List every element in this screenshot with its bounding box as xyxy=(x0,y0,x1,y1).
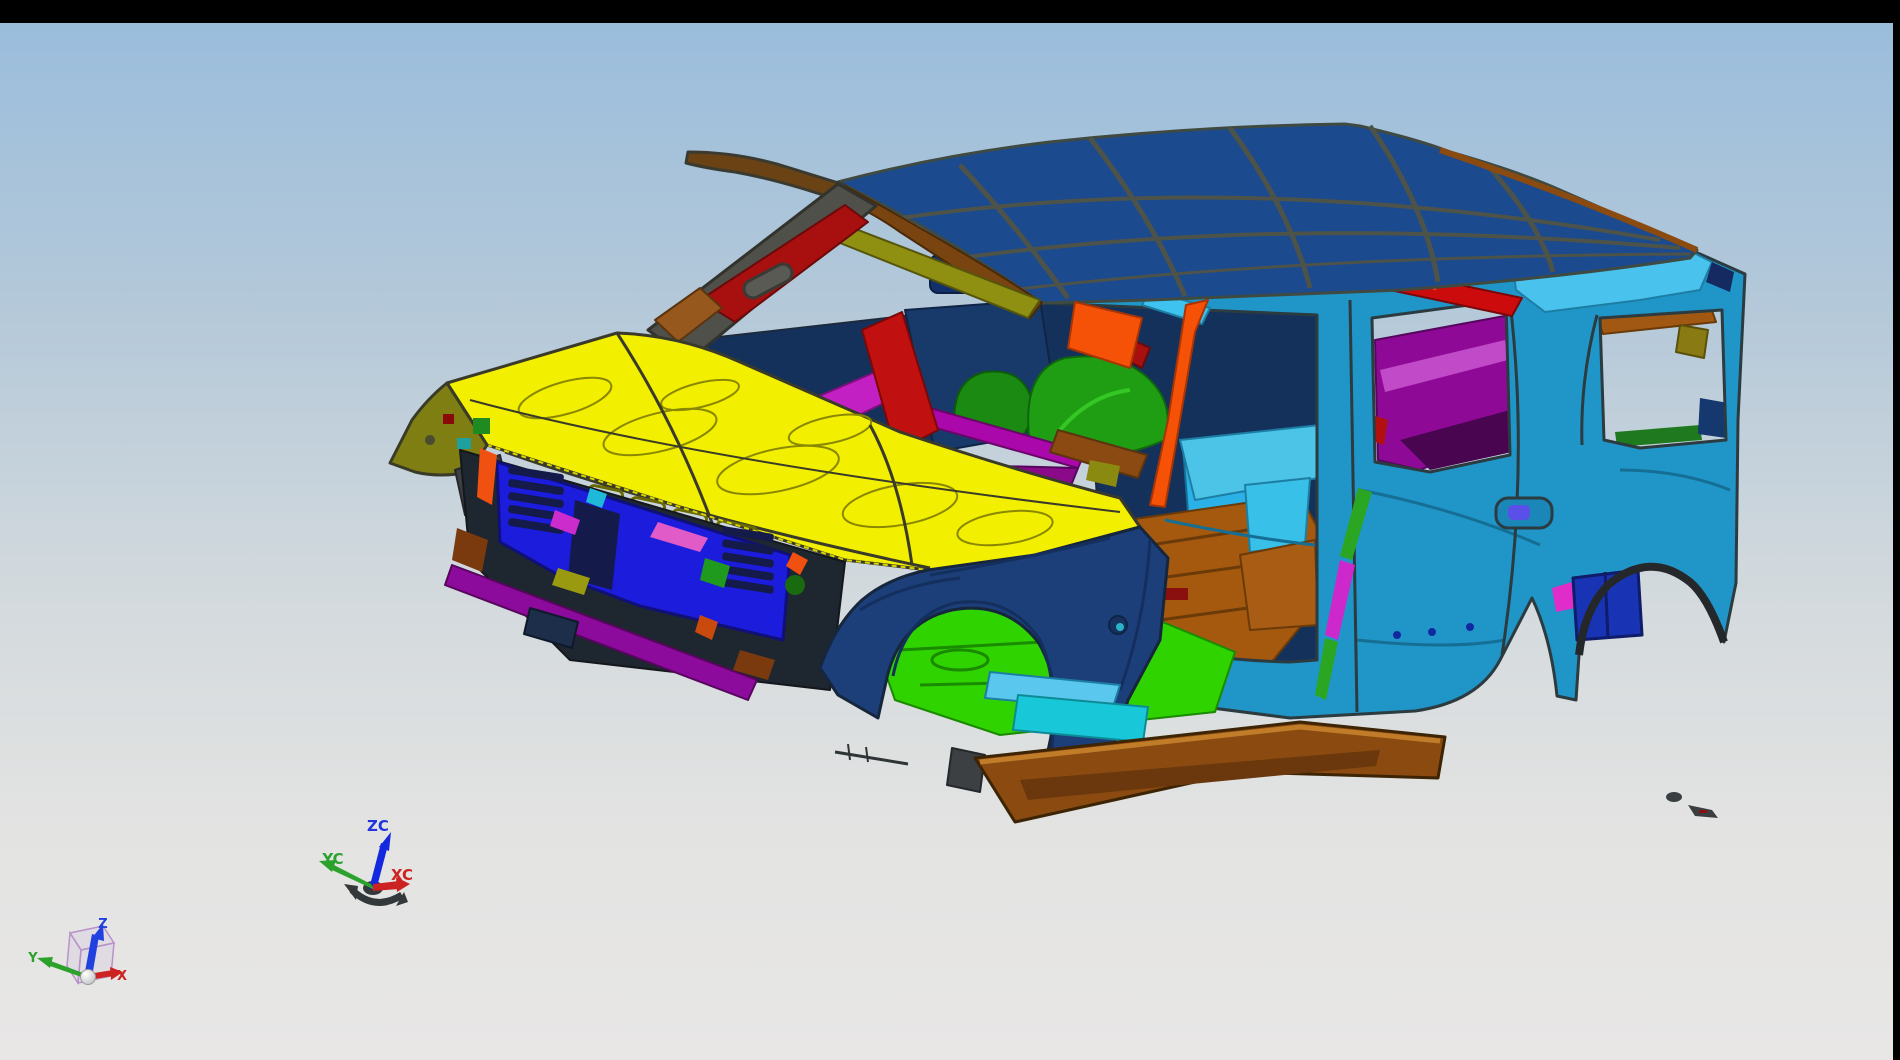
right-black-bar xyxy=(1893,0,1900,1060)
top-black-bar xyxy=(0,0,1900,23)
wcs-x-label: XC xyxy=(391,866,413,884)
step-bracket xyxy=(947,748,985,792)
door-latch xyxy=(1508,505,1530,520)
abs-x-label: X xyxy=(117,969,127,984)
fender-chip-green xyxy=(473,418,490,434)
abs-origin-sphere[interactable] xyxy=(81,970,96,985)
fascia-green-circle xyxy=(785,575,805,595)
fender-hole-cyan xyxy=(1116,623,1124,631)
sill-inner-brown xyxy=(1240,540,1318,630)
debris-red-mark xyxy=(1699,810,1707,813)
cad-graphics-window[interactable]: ZC YC XC Z Y X xyxy=(0,0,1900,1060)
wcs-y-label: YC xyxy=(321,850,343,868)
fender-chip-teal xyxy=(457,438,471,449)
abs-z-label: Z xyxy=(98,917,107,932)
abs-y-label: Y xyxy=(27,951,38,966)
debris-1[interactable] xyxy=(1666,792,1682,802)
quarter-bracket xyxy=(1676,325,1708,358)
fender-chip-red xyxy=(443,414,454,424)
wcs-z-label: ZC xyxy=(367,817,389,835)
fender-hole xyxy=(425,435,435,445)
